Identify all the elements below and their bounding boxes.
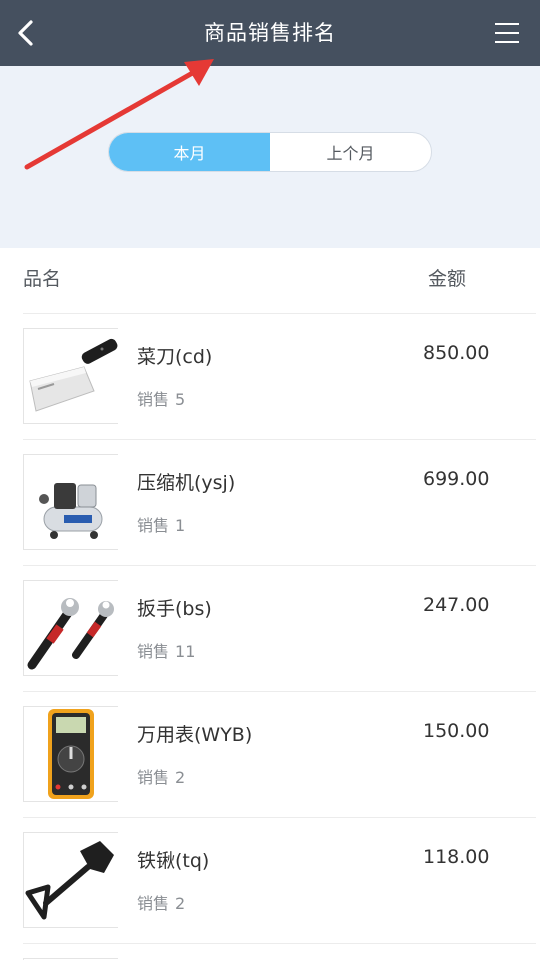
product-image-shovel — [23, 832, 118, 928]
sales-count: 1 — [175, 516, 186, 535]
list-item[interactable]: 菜刀(cd) 销售 5 850.00 — [0, 314, 540, 440]
product-amount: 150.00 — [423, 720, 490, 742]
sales-label: 销售 — [137, 642, 170, 661]
product-name: 扳手(bs) — [137, 598, 212, 620]
divider — [23, 943, 536, 944]
product-sales: 销售 5 — [137, 386, 185, 410]
product-name: 铁锹(tq) — [137, 850, 210, 872]
product-sales: 销售 2 — [137, 764, 185, 788]
product-image-compressor — [23, 454, 118, 550]
product-name: 万用表(WYB) — [137, 724, 253, 746]
sales-count: 5 — [175, 390, 186, 409]
product-image-wrench — [23, 580, 118, 676]
sales-label: 销售 — [137, 390, 170, 409]
list-item[interactable]: 万用表(WYB) 销售 2 150.00 — [0, 692, 540, 818]
hamburger-menu-icon — [495, 23, 519, 43]
period-segmented-control: 本月 上个月 — [108, 132, 432, 172]
product-amount: 118.00 — [423, 846, 490, 868]
product-sales: 销售 2 — [137, 890, 185, 914]
list-item[interactable]: 压缩机(ysj) 销售 1 699.00 — [0, 440, 540, 566]
list-item[interactable]: 扳手(bs) 销售 11 247.00 — [0, 566, 540, 692]
sales-count: 2 — [175, 894, 186, 913]
period-selector-area: 本月 上个月 — [0, 66, 540, 248]
tab-this-month[interactable]: 本月 — [109, 133, 270, 171]
list-item[interactable]: 铁锹(tq) 销售 2 118.00 — [0, 818, 540, 944]
sales-label: 销售 — [137, 894, 170, 913]
page-title: 商品销售排名 — [204, 21, 336, 45]
sales-label: 销售 — [137, 768, 170, 787]
product-name: 菜刀(cd) — [137, 346, 213, 368]
top-bar: 商品销售排名 — [0, 0, 540, 66]
product-amount: 850.00 — [423, 342, 490, 364]
menu-button[interactable] — [488, 14, 526, 52]
column-name-header: 品名 — [23, 268, 62, 290]
product-amount: 247.00 — [423, 594, 490, 616]
column-amount-header: 金额 — [428, 268, 467, 290]
sales-count: 2 — [175, 768, 186, 787]
product-image-multimeter — [23, 706, 118, 802]
product-name: 压缩机(ysj) — [137, 472, 236, 494]
product-image-cleaver — [23, 328, 118, 424]
product-sales: 销售 1 — [137, 512, 185, 536]
product-sales: 销售 11 — [137, 638, 195, 662]
sales-count: 11 — [175, 642, 196, 661]
sales-label: 销售 — [137, 516, 170, 535]
list-header: 品名 金额 — [0, 248, 540, 312]
tab-last-month[interactable]: 上个月 — [270, 133, 431, 171]
product-amount: 699.00 — [423, 468, 490, 490]
